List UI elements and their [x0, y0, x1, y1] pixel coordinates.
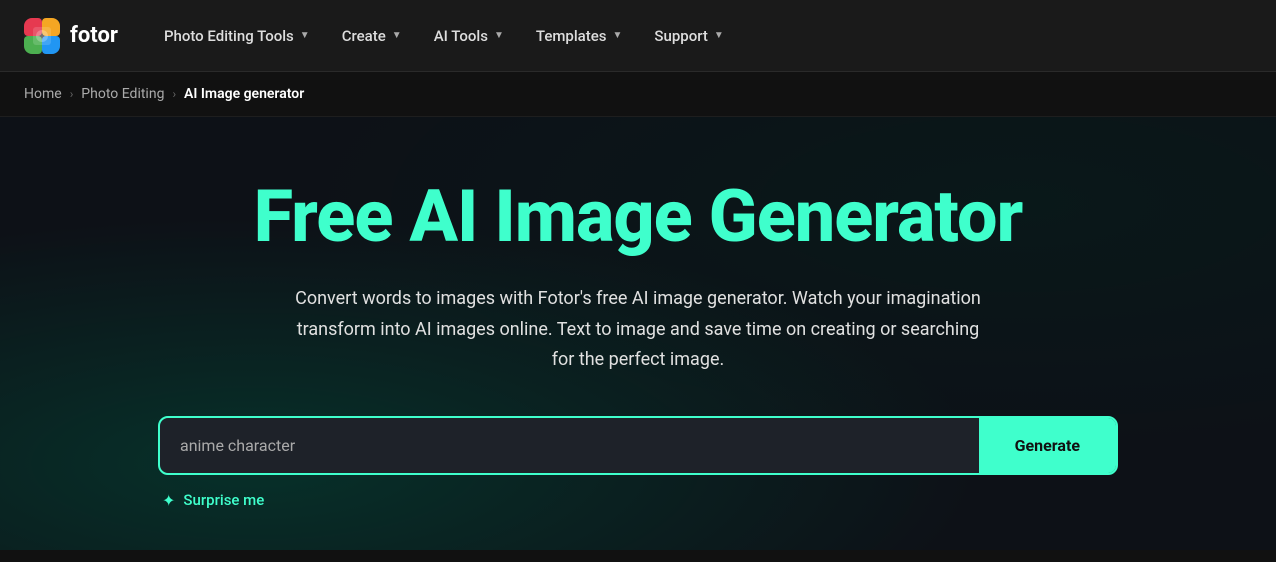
surprise-me-label: Surprise me	[183, 491, 264, 509]
chevron-down-icon: ▼	[300, 30, 310, 41]
generate-button[interactable]: Generate	[979, 418, 1116, 473]
breadcrumb-separator-2: ›	[172, 87, 176, 101]
chevron-down-icon: ▼	[392, 30, 402, 41]
breadcrumb-home[interactable]: Home	[24, 86, 62, 102]
chevron-down-icon: ▼	[714, 30, 724, 41]
nav-item-templates[interactable]: Templates ▼	[522, 19, 637, 53]
logo[interactable]: fotor	[24, 18, 118, 54]
fotor-logo-icon	[24, 18, 60, 54]
breadcrumb: Home › Photo Editing › AI Image generato…	[0, 72, 1276, 117]
nav-item-create[interactable]: Create ▼	[328, 19, 416, 53]
search-bar: Generate	[158, 416, 1118, 475]
surprise-me-button[interactable]: ✦ Surprise me	[162, 491, 264, 510]
search-bar-container: Generate	[158, 416, 1118, 475]
nav-items-container: Photo Editing Tools ▼ Create ▼ AI Tools …	[150, 19, 1252, 53]
search-input[interactable]	[160, 418, 979, 473]
nav-label-support: Support	[654, 27, 707, 45]
nav-item-ai-tools[interactable]: AI Tools ▼	[420, 19, 518, 53]
sparkle-icon: ✦	[162, 491, 175, 510]
nav-item-support[interactable]: Support ▼	[640, 19, 737, 53]
breadcrumb-photo-editing[interactable]: Photo Editing	[81, 86, 164, 102]
main-navigation: fotor Photo Editing Tools ▼ Create ▼ AI …	[0, 0, 1276, 72]
chevron-down-icon: ▼	[494, 30, 504, 41]
nav-label-templates: Templates	[536, 27, 607, 45]
brand-name: fotor	[70, 23, 118, 48]
breadcrumb-current: AI Image generator	[184, 86, 304, 102]
breadcrumb-separator-1: ›	[70, 87, 74, 101]
hero-title: Free AI Image Generator	[254, 177, 1023, 256]
hero-subtitle: Convert words to images with Fotor's fre…	[288, 284, 988, 376]
main-content: Free AI Image Generator Convert words to…	[0, 117, 1276, 550]
nav-label-create: Create	[342, 27, 386, 45]
chevron-down-icon: ▼	[613, 30, 623, 41]
nav-label-photo-editing-tools: Photo Editing Tools	[164, 27, 294, 45]
nav-item-photo-editing-tools[interactable]: Photo Editing Tools ▼	[150, 19, 324, 53]
nav-label-ai-tools: AI Tools	[434, 27, 488, 45]
